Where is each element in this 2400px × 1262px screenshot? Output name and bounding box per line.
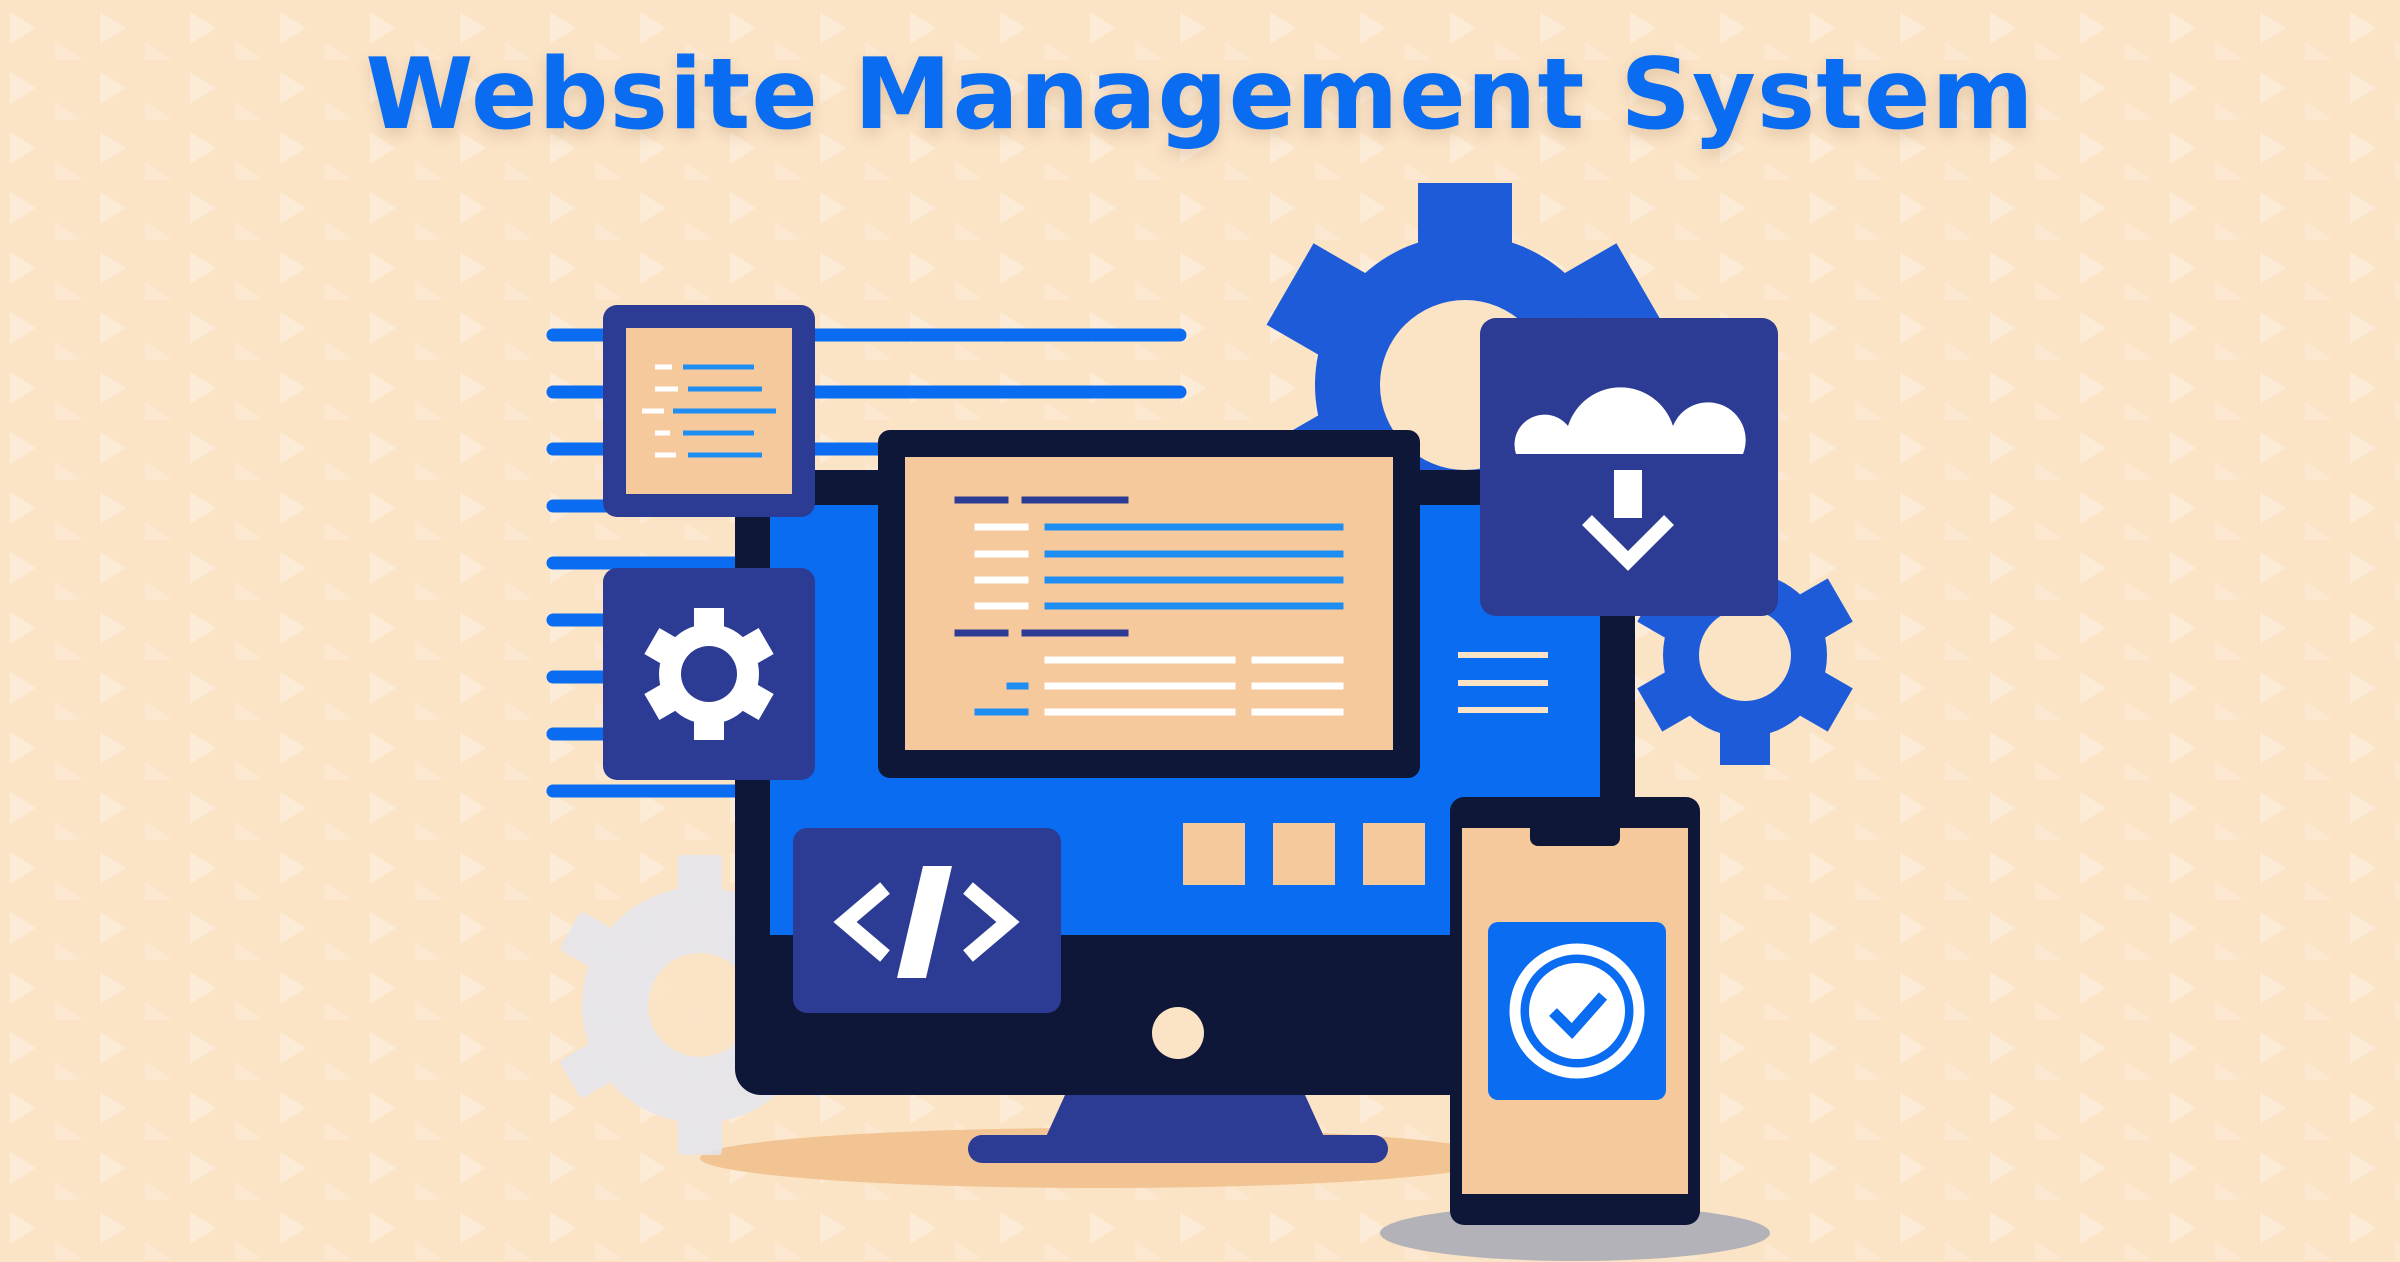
check-circle-icon: [1509, 943, 1645, 1079]
gear-icon: [603, 568, 815, 780]
smartphone-icon: [1450, 797, 1700, 1225]
website-management-illustration: [546, 183, 1853, 1261]
cloud-download-icon: [1480, 318, 1778, 616]
page-title: Website Management System: [365, 38, 2035, 152]
code-editor-window: [878, 430, 1420, 778]
illustration-canvas: Website Management System: [0, 0, 2400, 1262]
code-icon: [793, 828, 1061, 1013]
screen-squares: [1183, 823, 1425, 885]
document-icon: [603, 305, 815, 517]
monitor-power-button: [1152, 1007, 1204, 1059]
